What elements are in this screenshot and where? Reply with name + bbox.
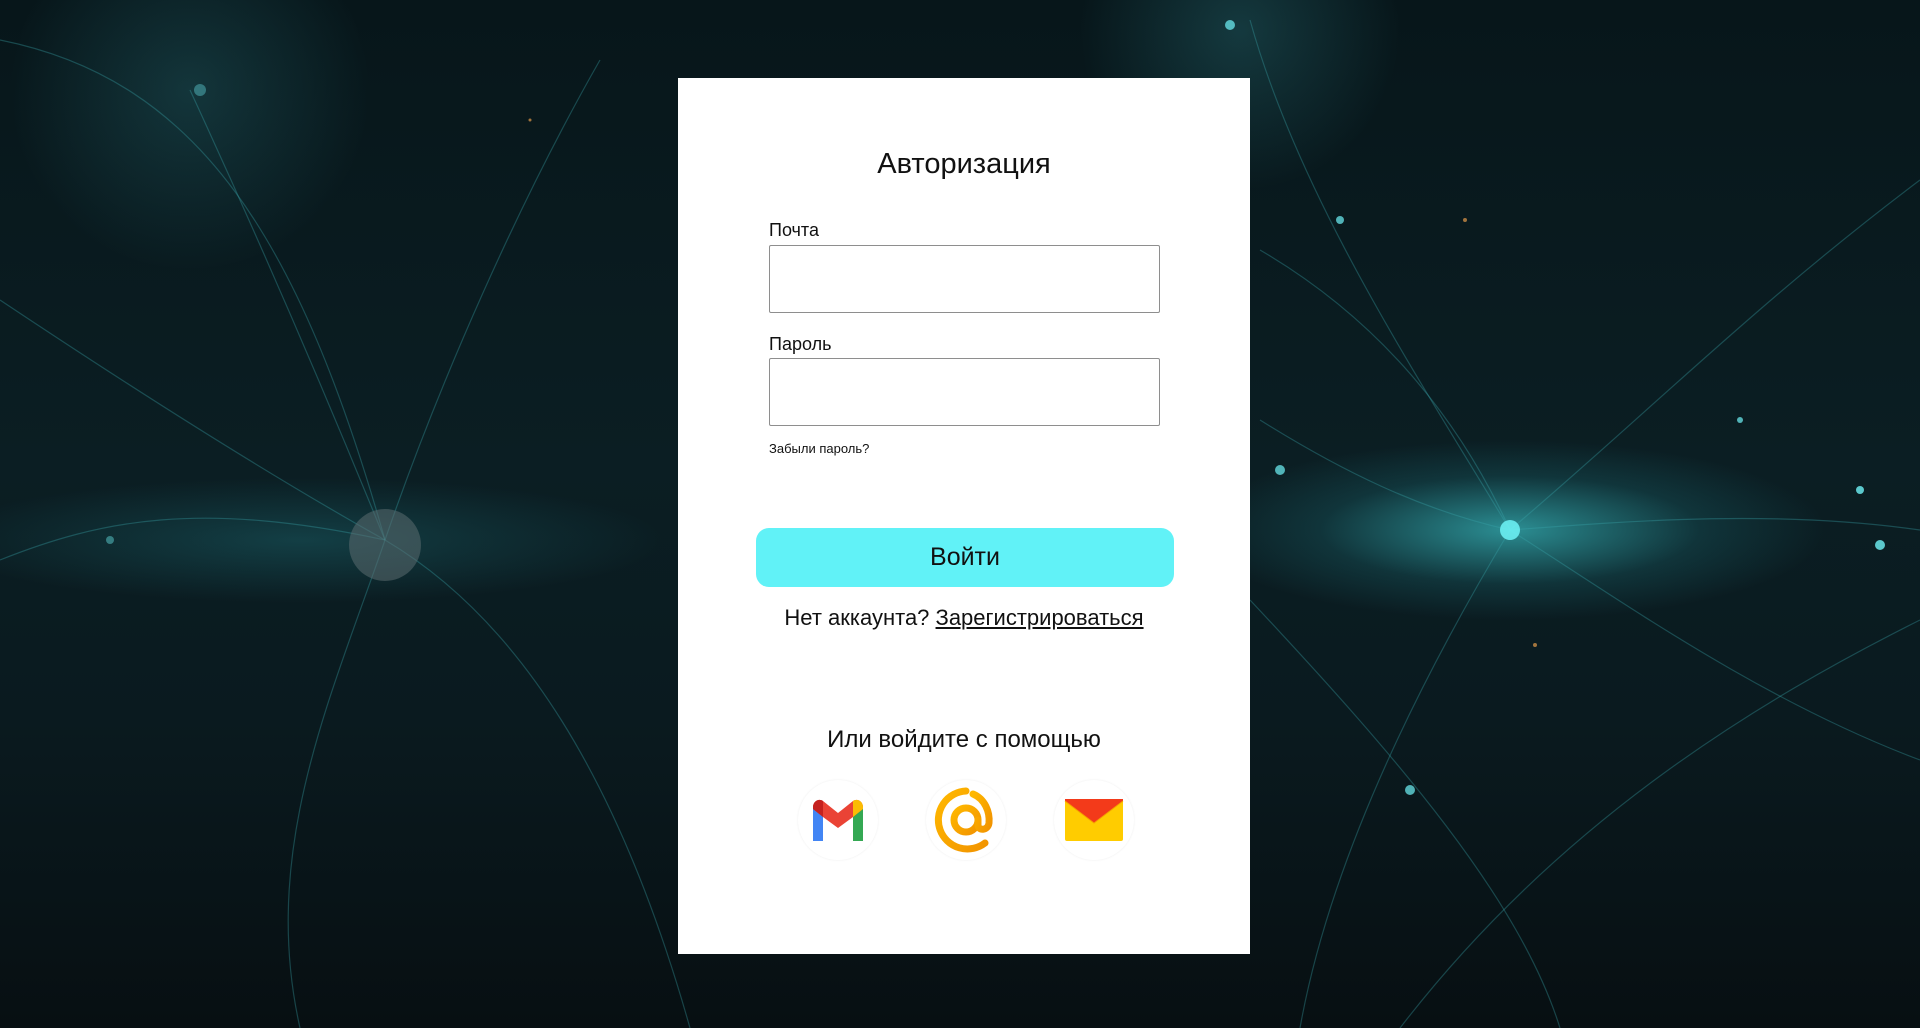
gmail-icon [813,799,863,841]
gmail-login-button[interactable] [798,780,878,860]
yandex-mail-icon [1064,799,1124,841]
email-field[interactable] [769,245,1160,313]
no-account-text: Нет аккаунта? [784,605,936,630]
social-login-providers [678,780,1250,860]
yandex-mail-login-button[interactable] [1054,780,1134,860]
password-label: Пароль [769,334,832,354]
register-link[interactable]: Зарегистрироваться [936,605,1144,630]
mailru-login-button[interactable] [926,780,1006,860]
forgot-password-link[interactable]: Забыли пароль? [769,441,869,456]
login-button[interactable]: Войти [756,528,1174,587]
social-login-title: Или войдите с помощью [827,726,1101,753]
mailru-icon [934,787,993,853]
signup-prompt: Нет аккаунта? Зарегистрироваться [678,605,1250,631]
page-title: Авторизация [877,148,1051,180]
login-card: Авторизация Почта Пароль Забыли пароль? … [678,78,1250,954]
password-field[interactable] [769,358,1160,426]
email-label: Почта [769,220,819,240]
